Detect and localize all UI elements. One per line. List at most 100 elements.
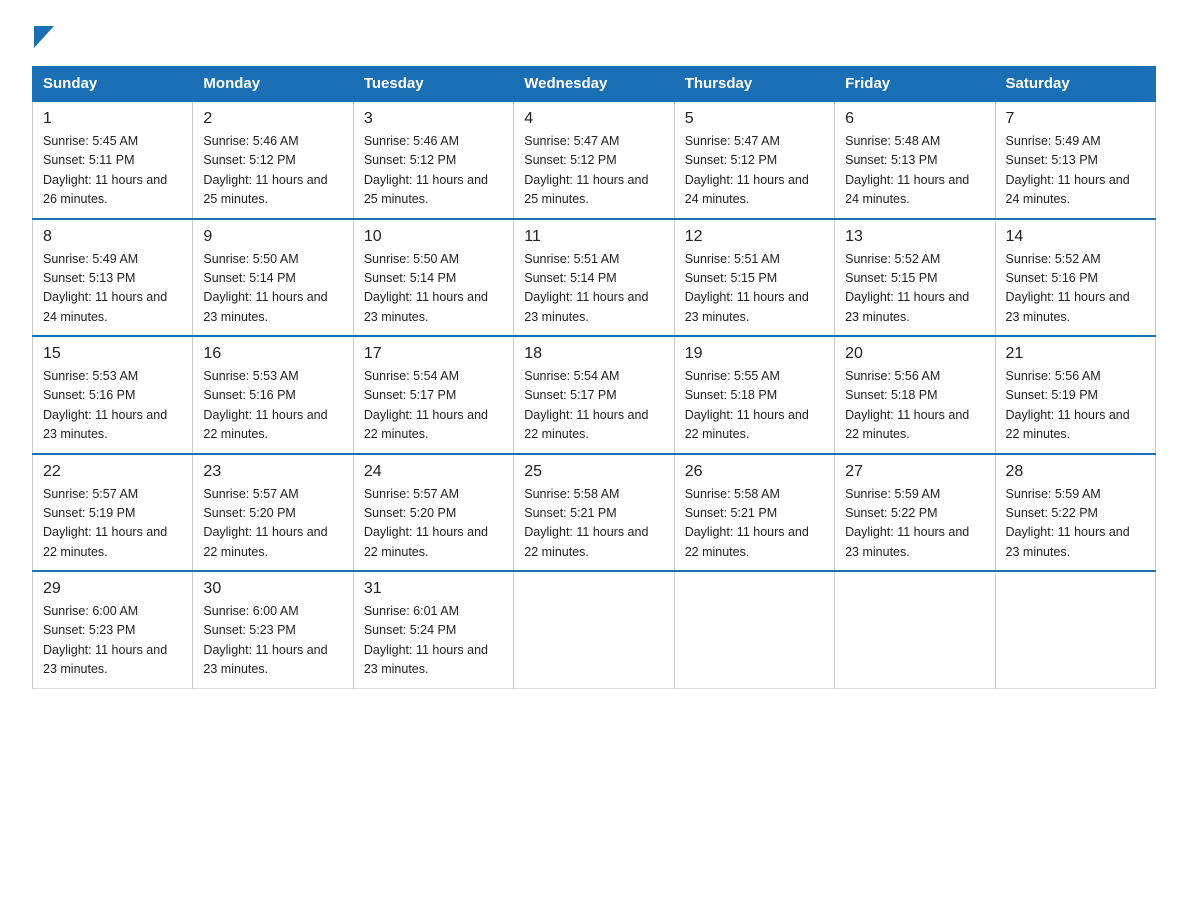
day-info: Sunrise: 5:58 AMSunset: 5:21 PMDaylight:… — [524, 485, 663, 563]
weekday-header-wednesday: Wednesday — [514, 67, 674, 102]
calendar-cell: 17 Sunrise: 5:54 AMSunset: 5:17 PMDaylig… — [353, 336, 513, 454]
day-number: 7 — [1006, 110, 1145, 128]
day-info: Sunrise: 5:59 AMSunset: 5:22 PMDaylight:… — [845, 485, 984, 563]
calendar-cell: 26 Sunrise: 5:58 AMSunset: 5:21 PMDaylig… — [674, 454, 834, 572]
calendar-cell: 23 Sunrise: 5:57 AMSunset: 5:20 PMDaylig… — [193, 454, 353, 572]
weekday-header-sunday: Sunday — [33, 67, 193, 102]
calendar-cell: 10 Sunrise: 5:50 AMSunset: 5:14 PMDaylig… — [353, 219, 513, 337]
calendar-cell: 19 Sunrise: 5:55 AMSunset: 5:18 PMDaylig… — [674, 336, 834, 454]
weekday-header-monday: Monday — [193, 67, 353, 102]
day-info: Sunrise: 5:50 AMSunset: 5:14 PMDaylight:… — [203, 250, 342, 328]
page-header — [32, 24, 1156, 48]
calendar-cell: 31 Sunrise: 6:01 AMSunset: 5:24 PMDaylig… — [353, 571, 513, 688]
weekday-header-saturday: Saturday — [995, 67, 1155, 102]
day-info: Sunrise: 6:00 AMSunset: 5:23 PMDaylight:… — [203, 602, 342, 680]
day-number: 2 — [203, 110, 342, 128]
day-number: 19 — [685, 345, 824, 363]
day-info: Sunrise: 5:52 AMSunset: 5:16 PMDaylight:… — [1006, 250, 1145, 328]
day-number: 16 — [203, 345, 342, 363]
day-number: 4 — [524, 110, 663, 128]
weekday-header-tuesday: Tuesday — [353, 67, 513, 102]
calendar-week-row: 15 Sunrise: 5:53 AMSunset: 5:16 PMDaylig… — [33, 336, 1156, 454]
day-info: Sunrise: 5:46 AMSunset: 5:12 PMDaylight:… — [364, 132, 503, 210]
calendar-week-row: 8 Sunrise: 5:49 AMSunset: 5:13 PMDayligh… — [33, 219, 1156, 337]
day-info: Sunrise: 5:54 AMSunset: 5:17 PMDaylight:… — [524, 367, 663, 445]
calendar-cell: 16 Sunrise: 5:53 AMSunset: 5:16 PMDaylig… — [193, 336, 353, 454]
day-number: 29 — [43, 580, 182, 598]
day-number: 18 — [524, 345, 663, 363]
weekday-header-thursday: Thursday — [674, 67, 834, 102]
day-number: 22 — [43, 463, 182, 481]
day-number: 30 — [203, 580, 342, 598]
calendar-cell: 13 Sunrise: 5:52 AMSunset: 5:15 PMDaylig… — [835, 219, 995, 337]
day-info: Sunrise: 5:45 AMSunset: 5:11 PMDaylight:… — [43, 132, 182, 210]
day-number: 10 — [364, 228, 503, 246]
day-info: Sunrise: 5:51 AMSunset: 5:15 PMDaylight:… — [685, 250, 824, 328]
calendar-cell: 29 Sunrise: 6:00 AMSunset: 5:23 PMDaylig… — [33, 571, 193, 688]
calendar-cell: 2 Sunrise: 5:46 AMSunset: 5:12 PMDayligh… — [193, 101, 353, 219]
weekday-header-row: SundayMondayTuesdayWednesdayThursdayFrid… — [33, 67, 1156, 102]
day-number: 6 — [845, 110, 984, 128]
calendar-table: SundayMondayTuesdayWednesdayThursdayFrid… — [32, 66, 1156, 689]
calendar-cell: 22 Sunrise: 5:57 AMSunset: 5:19 PMDaylig… — [33, 454, 193, 572]
day-number: 9 — [203, 228, 342, 246]
day-info: Sunrise: 5:59 AMSunset: 5:22 PMDaylight:… — [1006, 485, 1145, 563]
day-info: Sunrise: 5:57 AMSunset: 5:20 PMDaylight:… — [364, 485, 503, 563]
day-number: 31 — [364, 580, 503, 598]
day-info: Sunrise: 5:56 AMSunset: 5:18 PMDaylight:… — [845, 367, 984, 445]
calendar-cell — [514, 571, 674, 688]
calendar-cell: 11 Sunrise: 5:51 AMSunset: 5:14 PMDaylig… — [514, 219, 674, 337]
day-info: Sunrise: 5:48 AMSunset: 5:13 PMDaylight:… — [845, 132, 984, 210]
calendar-week-row: 1 Sunrise: 5:45 AMSunset: 5:11 PMDayligh… — [33, 101, 1156, 219]
calendar-cell — [995, 571, 1155, 688]
calendar-cell: 18 Sunrise: 5:54 AMSunset: 5:17 PMDaylig… — [514, 336, 674, 454]
calendar-cell: 24 Sunrise: 5:57 AMSunset: 5:20 PMDaylig… — [353, 454, 513, 572]
day-number: 24 — [364, 463, 503, 481]
day-info: Sunrise: 6:01 AMSunset: 5:24 PMDaylight:… — [364, 602, 503, 680]
day-info: Sunrise: 5:52 AMSunset: 5:15 PMDaylight:… — [845, 250, 984, 328]
day-number: 25 — [524, 463, 663, 481]
calendar-cell: 14 Sunrise: 5:52 AMSunset: 5:16 PMDaylig… — [995, 219, 1155, 337]
logo-flag-icon — [34, 26, 54, 48]
calendar-cell: 20 Sunrise: 5:56 AMSunset: 5:18 PMDaylig… — [835, 336, 995, 454]
day-number: 8 — [43, 228, 182, 246]
day-number: 3 — [364, 110, 503, 128]
day-info: Sunrise: 5:54 AMSunset: 5:17 PMDaylight:… — [364, 367, 503, 445]
day-info: Sunrise: 5:57 AMSunset: 5:20 PMDaylight:… — [203, 485, 342, 563]
day-info: Sunrise: 5:58 AMSunset: 5:21 PMDaylight:… — [685, 485, 824, 563]
day-number: 1 — [43, 110, 182, 128]
calendar-header: SundayMondayTuesdayWednesdayThursdayFrid… — [33, 67, 1156, 102]
calendar-cell — [835, 571, 995, 688]
day-info: Sunrise: 5:55 AMSunset: 5:18 PMDaylight:… — [685, 367, 824, 445]
calendar-cell: 8 Sunrise: 5:49 AMSunset: 5:13 PMDayligh… — [33, 219, 193, 337]
day-info: Sunrise: 6:00 AMSunset: 5:23 PMDaylight:… — [43, 602, 182, 680]
calendar-week-row: 29 Sunrise: 6:00 AMSunset: 5:23 PMDaylig… — [33, 571, 1156, 688]
day-number: 26 — [685, 463, 824, 481]
day-number: 14 — [1006, 228, 1145, 246]
day-info: Sunrise: 5:47 AMSunset: 5:12 PMDaylight:… — [524, 132, 663, 210]
calendar-cell: 4 Sunrise: 5:47 AMSunset: 5:12 PMDayligh… — [514, 101, 674, 219]
day-info: Sunrise: 5:46 AMSunset: 5:12 PMDaylight:… — [203, 132, 342, 210]
calendar-cell: 15 Sunrise: 5:53 AMSunset: 5:16 PMDaylig… — [33, 336, 193, 454]
calendar-cell: 12 Sunrise: 5:51 AMSunset: 5:15 PMDaylig… — [674, 219, 834, 337]
day-number: 13 — [845, 228, 984, 246]
calendar-cell: 1 Sunrise: 5:45 AMSunset: 5:11 PMDayligh… — [33, 101, 193, 219]
day-number: 15 — [43, 345, 182, 363]
day-info: Sunrise: 5:49 AMSunset: 5:13 PMDaylight:… — [1006, 132, 1145, 210]
calendar-cell: 7 Sunrise: 5:49 AMSunset: 5:13 PMDayligh… — [995, 101, 1155, 219]
day-info: Sunrise: 5:57 AMSunset: 5:19 PMDaylight:… — [43, 485, 182, 563]
weekday-header-friday: Friday — [835, 67, 995, 102]
day-number: 20 — [845, 345, 984, 363]
day-info: Sunrise: 5:47 AMSunset: 5:12 PMDaylight:… — [685, 132, 824, 210]
day-number: 17 — [364, 345, 503, 363]
day-number: 27 — [845, 463, 984, 481]
day-info: Sunrise: 5:53 AMSunset: 5:16 PMDaylight:… — [43, 367, 182, 445]
day-number: 28 — [1006, 463, 1145, 481]
day-number: 21 — [1006, 345, 1145, 363]
day-number: 11 — [524, 228, 663, 246]
calendar-cell: 21 Sunrise: 5:56 AMSunset: 5:19 PMDaylig… — [995, 336, 1155, 454]
day-info: Sunrise: 5:50 AMSunset: 5:14 PMDaylight:… — [364, 250, 503, 328]
calendar-cell — [674, 571, 834, 688]
calendar-cell: 30 Sunrise: 6:00 AMSunset: 5:23 PMDaylig… — [193, 571, 353, 688]
logo — [32, 28, 54, 48]
